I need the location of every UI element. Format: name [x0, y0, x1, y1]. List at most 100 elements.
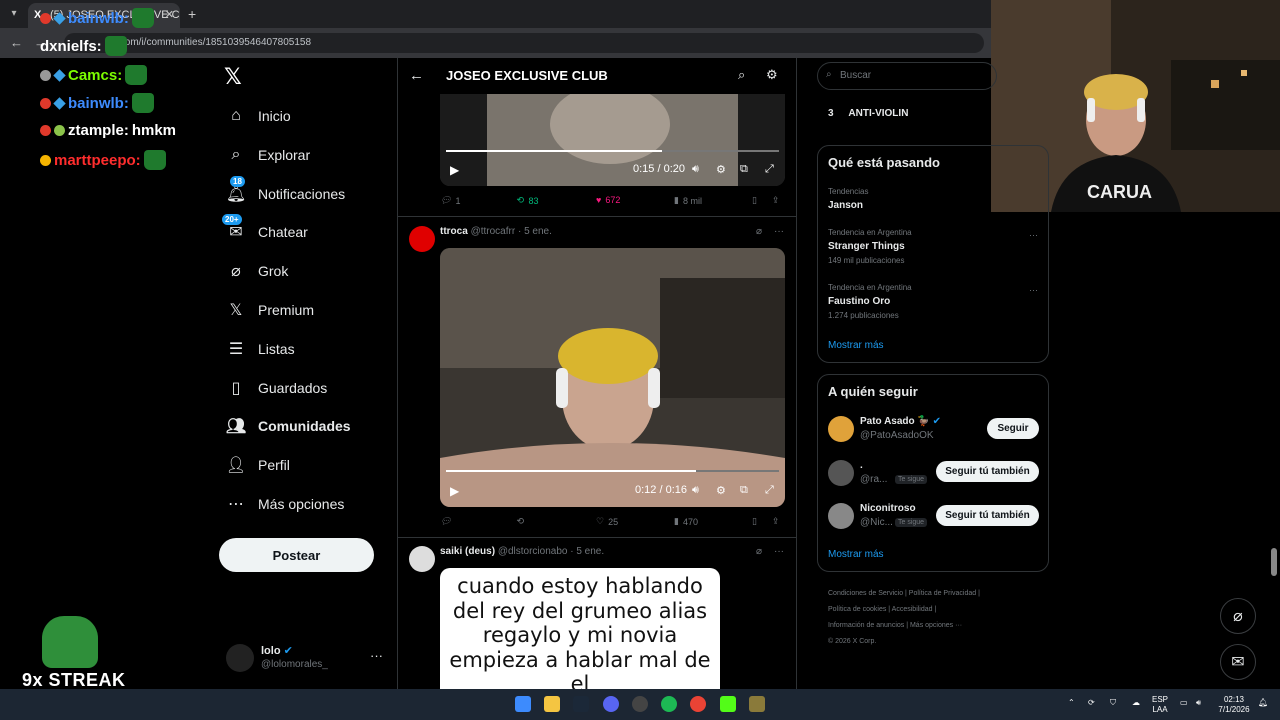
like-button[interactable]: ♡ 25 — [596, 516, 618, 527]
grok-icon[interactable]: ⌀ — [756, 546, 762, 557]
account-switcher[interactable]: lolo ✔ @lolomorales_ ··· — [226, 640, 386, 680]
nav-more[interactable]: ⋯ Más opciones — [226, 492, 344, 516]
avatar[interactable] — [828, 460, 854, 486]
file-explorer-icon[interactable] — [544, 696, 560, 712]
avatar[interactable] — [409, 546, 435, 572]
kick-icon[interactable] — [720, 696, 736, 712]
svg-text:CARUA: CARUA — [1087, 182, 1152, 202]
follow-name[interactable]: . — [860, 460, 863, 471]
footer-line[interactable]: Condiciones de Servicio | Política de Pr… — [828, 586, 1048, 602]
clock[interactable]: 02:13 7/1/2026 — [1216, 695, 1252, 715]
bookmark-icon[interactable]: ▯ — [752, 195, 757, 206]
trend-name[interactable]: Stranger Things — [828, 241, 905, 252]
cloud-icon[interactable]: ☁ — [1132, 698, 1140, 708]
more-dots-icon[interactable]: ··· — [1029, 285, 1038, 295]
reply-button[interactable]: 💬︎ 1 — [440, 195, 460, 206]
follow-name-row[interactable]: Pato Asado 🦆 ✔ — [860, 416, 941, 427]
video-progress[interactable] — [446, 470, 779, 472]
play-icon[interactable]: ▶ — [450, 484, 459, 498]
scrollbar[interactable] — [1271, 548, 1277, 576]
views-button[interactable]: ▮ 470 — [674, 516, 698, 527]
app-icon[interactable] — [749, 696, 765, 712]
url-field[interactable]: x.com/i/communities/1851039546407805158 — [64, 33, 984, 53]
spotify-icon[interactable] — [661, 696, 677, 712]
chevron-up-icon[interactable]: ⌃ — [1068, 698, 1075, 708]
chat-user: bainwlb: — [68, 94, 129, 112]
avatar[interactable] — [828, 416, 854, 442]
avatar[interactable] — [828, 503, 854, 529]
notification-bell-icon[interactable]: 🔔︎ — [1258, 698, 1268, 708]
show-more-link[interactable]: Mostrar más — [828, 340, 884, 351]
grok-float-button[interactable]: ⌀ — [1220, 598, 1256, 634]
x-logo-icon[interactable]: 𝕏 — [224, 64, 242, 90]
gear-icon[interactable]: ⚙ — [716, 163, 726, 176]
author-name[interactable]: ttroca — [440, 226, 468, 237]
follow-back-button[interactable]: Seguir tú también — [936, 505, 1039, 526]
shield-icon[interactable]: ⛉ — [1110, 698, 1116, 708]
fullscreen-icon[interactable]: ⤢ — [765, 163, 774, 176]
play-icon[interactable]: ▶ — [450, 163, 459, 177]
home-icon: ⌂ — [231, 107, 241, 124]
nav-communities[interactable]: 👥︎ Comunidades — [226, 414, 351, 438]
trend-name[interactable]: Faustino Oro — [828, 296, 890, 307]
pip-icon[interactable]: ⧉ — [740, 484, 748, 497]
volume-icon[interactable]: 🔊︎ — [692, 163, 699, 176]
nav-profile[interactable]: 👤︎ Perfil — [226, 453, 290, 477]
nav-premium[interactable]: 𝕏 Premium — [226, 298, 314, 322]
repost-button[interactable]: ⟲ — [517, 516, 529, 527]
avatar[interactable] — [409, 226, 435, 252]
more-dots-icon[interactable]: ··· — [774, 546, 784, 557]
volume-icon[interactable]: 🔊︎ — [692, 484, 699, 497]
video-progress[interactable] — [446, 150, 779, 152]
windows-start-icon[interactable] — [515, 696, 531, 712]
follow-name[interactable]: Niconitroso — [860, 503, 916, 514]
more-dots-icon[interactable]: ··· — [370, 648, 383, 663]
author-name[interactable]: saiki (deus) — [440, 546, 495, 557]
gear-icon[interactable]: ⚙ — [716, 484, 726, 497]
grok-icon[interactable]: ⌀ — [756, 226, 762, 237]
monitor-icon[interactable]: ▭ — [1180, 698, 1188, 708]
chrome-icon[interactable] — [690, 696, 706, 712]
steam-icon[interactable] — [573, 696, 589, 712]
community-rank-item[interactable]: 3 ANTI-VIOLIN — [828, 108, 908, 119]
repost-button[interactable]: ⟲ 83 — [517, 195, 539, 206]
trend-name[interactable]: Janson — [828, 200, 863, 211]
footer-line[interactable]: Política de cookies | Accesibilidad | — [828, 602, 1048, 618]
sync-icon[interactable]: ⟳ — [1088, 698, 1095, 708]
volume-icon[interactable]: 🔊︎ — [1196, 698, 1201, 708]
nav-grok[interactable]: ⌀ Grok — [226, 259, 288, 283]
obs-icon[interactable] — [632, 696, 648, 712]
gear-icon[interactable]: ⚙ — [766, 67, 778, 83]
messages-float-button[interactable]: ✉︎ — [1220, 644, 1256, 680]
follow-back-button[interactable]: Seguir tú también — [936, 461, 1039, 482]
nav-chat[interactable]: ✉︎ 20+ Chatear — [222, 214, 308, 244]
share-icon[interactable]: ⇪ — [772, 195, 780, 206]
show-more-link[interactable]: Mostrar más — [828, 549, 884, 560]
search-icon[interactable]: ⌕ — [738, 67, 745, 83]
fullscreen-icon[interactable]: ⤢ — [765, 484, 774, 497]
more-dots-icon[interactable]: ··· — [774, 226, 784, 237]
video-player[interactable]: ▶ 0:15 / 0:20 🔊︎ ⚙ ⧉ ⤢ — [440, 94, 785, 186]
bookmark-icon[interactable]: ▯ — [752, 516, 757, 527]
back-arrow-icon[interactable]: ← — [409, 67, 424, 84]
rank-name: ANTI-VIOLIN — [848, 108, 909, 119]
reply-button[interactable]: 💬︎ — [440, 516, 455, 527]
search-input[interactable]: ⌕ Buscar — [817, 62, 997, 90]
video-player[interactable]: ▶ 0:12 / 0:16 🔊︎ ⚙ ⧉ ⤢ — [440, 248, 785, 507]
like-button[interactable]: ♥ 672 — [596, 195, 620, 205]
nav-notifications[interactable]: 🔔︎ 18 Notificaciones — [226, 176, 345, 206]
more-dots-icon[interactable]: ··· — [1029, 230, 1038, 240]
language-indicator[interactable]: ESP LAA — [1152, 695, 1168, 715]
discord-icon[interactable] — [603, 696, 619, 712]
post-button[interactable]: Postear — [219, 538, 374, 572]
follow-button[interactable]: Seguir — [987, 418, 1039, 439]
pip-icon[interactable]: ⧉ — [740, 163, 748, 176]
nav-bookmarks[interactable]: ▯ Guardados — [226, 376, 328, 400]
share-icon[interactable]: ⇪ — [772, 516, 780, 527]
views-button[interactable]: ▮ 8 mil — [674, 195, 702, 206]
nav-lists[interactable]: ☰ Listas — [226, 337, 295, 361]
footer-line[interactable]: Información de anuncios | Más opciones ·… — [828, 618, 1048, 634]
post-image[interactable]: cuando estoy hablando del rey del grumeo… — [440, 568, 720, 690]
nav-home[interactable]: ⌂ Inicio — [226, 104, 291, 128]
nav-explore[interactable]: ⌕ Explorar — [226, 143, 311, 167]
